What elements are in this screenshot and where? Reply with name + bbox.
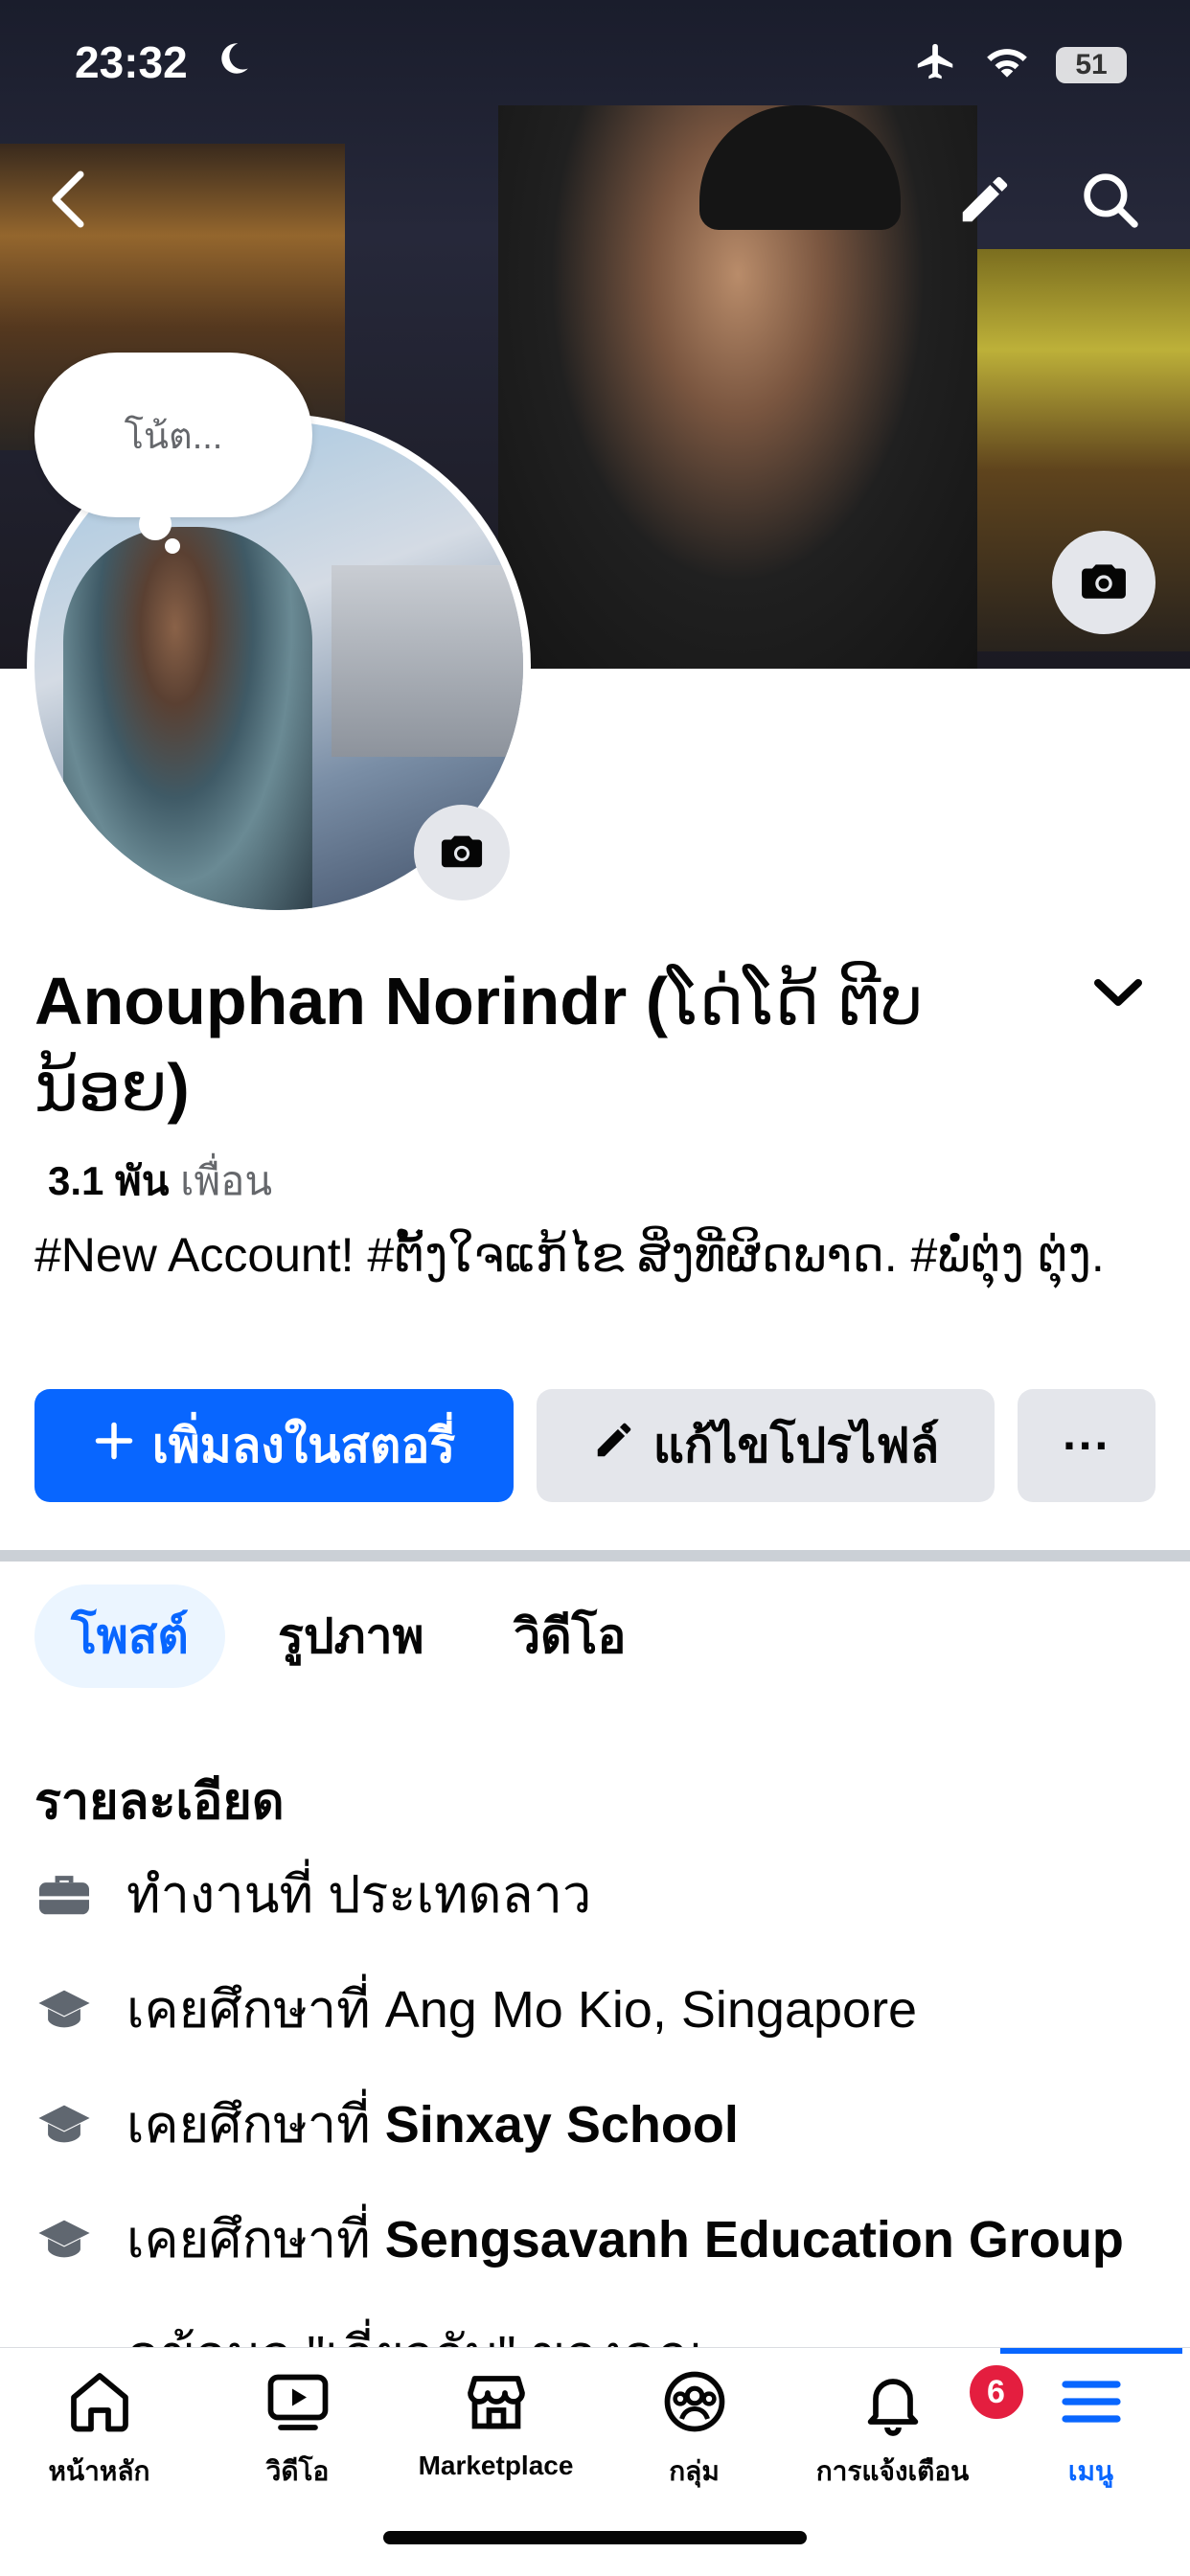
video-icon: [263, 2367, 332, 2441]
nav-active-indicator: [1000, 2348, 1182, 2354]
edit-profile-label: แก้ไขโปรไฟล์: [652, 1418, 940, 1472]
note-bubble[interactable]: โน้ต...: [34, 353, 312, 517]
avatar-background-building: [332, 565, 523, 757]
camera-icon: [440, 832, 484, 875]
section-divider: [0, 1550, 1190, 1562]
bell-icon: 6: [858, 2361, 1027, 2441]
status-time: 23:32: [75, 37, 188, 87]
nav-notifications-label: การแจ้งเตือน: [815, 2456, 970, 2486]
detail-education-2: เคยศึกษาที่ Sinxay School: [34, 2083, 739, 2165]
nav-marketplace[interactable]: Marketplace: [397, 2367, 595, 2481]
avatar-camera-button[interactable]: [414, 805, 510, 900]
airplane-icon: [914, 40, 958, 89]
marketplace-icon: [462, 2367, 531, 2441]
note-bubble-tail: [139, 508, 172, 540]
detail-education-3-place[interactable]: Sengsavanh Education Group: [385, 2211, 1124, 2268]
detail-education-3-prefix: เคยศึกษาที่: [126, 2211, 371, 2268]
detail-work: ทำงานที่ ประเทดลาว: [34, 1853, 591, 1935]
chevron-down-icon: [1092, 979, 1144, 1015]
nav-notifications[interactable]: 6 การแจ้งเตือน: [793, 2361, 1027, 2493]
profile-bio: #New Account! #ຕັ້ງໃຈແກ້ໄຂ ສິ່ງທີ່ຜິດພາດ…: [34, 1228, 1105, 1282]
camera-icon: [1080, 559, 1128, 606]
detail-education-1-prefix: เคยศึกษาที่: [126, 1981, 371, 2039]
battery-indicator: 51: [1056, 46, 1127, 83]
tab-photos[interactable]: รูปภาพ: [241, 1584, 461, 1688]
briefcase-icon: [34, 1864, 94, 1924]
more-options-label: ···: [1063, 1419, 1110, 1472]
nav-home[interactable]: หน้าหลัก: [0, 2367, 198, 2493]
groups-icon: [660, 2367, 729, 2441]
nav-groups-label: กลุ่ม: [669, 2456, 720, 2486]
friend-count-label: เพื่อน: [180, 1158, 273, 1203]
graduation-cap-icon: [34, 1979, 94, 2039]
nav-video[interactable]: วิดีโอ: [198, 2367, 397, 2493]
detail-work-place: ประเทดลาว: [328, 1866, 592, 1924]
detail-education-2-prefix: เคยศึกษาที่: [126, 2096, 371, 2154]
home-icon: [65, 2367, 134, 2441]
edit-profile-button[interactable]: แก้ไขโปรไฟล์: [537, 1389, 995, 1502]
graduation-cap-icon: [34, 2094, 94, 2154]
nav-marketplace-label: Marketplace: [418, 2451, 574, 2480]
add-to-story-button[interactable]: เพิ่มลงในสตอรี่: [34, 1389, 514, 1502]
note-bubble-tail-small: [165, 538, 180, 554]
note-placeholder: โน้ต...: [124, 416, 223, 457]
cover-camera-button[interactable]: [1052, 531, 1156, 634]
detail-education-1-place: Ang Mo Kio, Singapore: [384, 1981, 918, 2039]
plus-icon: [93, 1418, 135, 1473]
profile-name-latin: Anouphan Norindr (: [34, 964, 669, 1038]
profile-name-close: ): [167, 1050, 190, 1125]
more-options-button[interactable]: ···: [1018, 1389, 1156, 1502]
nav-home-label: หน้าหลัก: [48, 2456, 150, 2486]
tab-videos[interactable]: วิดีโอ: [477, 1584, 662, 1688]
pencil-icon: [955, 170, 1015, 234]
add-to-story-label: เพิ่มลงในสตอรี่: [151, 1418, 456, 1472]
tab-posts[interactable]: โพสต์: [34, 1584, 225, 1688]
nav-video-label: วิดีโอ: [265, 2456, 330, 2486]
status-indicators: 51: [914, 40, 1127, 89]
profile-switch-dropdown[interactable]: [1092, 973, 1144, 1016]
detail-work-prefix: ทำงานที่: [126, 1866, 314, 1924]
moon-icon: [213, 38, 253, 83]
details-heading: รายละเอียด: [34, 1774, 285, 1830]
nav-menu[interactable]: เมนู: [992, 2367, 1190, 2493]
profile-name: Anouphan Norindr (ໂດ່ໂດ້ ຕີບ ນ້ອຍ): [34, 958, 1069, 1130]
nav-groups[interactable]: กลุ่ม: [595, 2367, 793, 2493]
search-icon: [1078, 168, 1141, 236]
wifi-icon: [983, 43, 1031, 86]
detail-education-2-place[interactable]: Sinxay School: [385, 2096, 739, 2154]
nav-menu-label: เมนู: [1067, 2456, 1114, 2486]
detail-education-1: เคยศึกษาที่ Ang Mo Kio, Singapore: [34, 1968, 917, 2050]
menu-icon: [1057, 2367, 1126, 2441]
chevron-left-icon: [46, 169, 88, 235]
edit-cover-button[interactable]: [947, 163, 1023, 239]
friend-count-value: 3.1 พัน: [48, 1158, 170, 1203]
graduation-cap-icon: [34, 2209, 94, 2268]
search-button[interactable]: [1071, 163, 1148, 239]
pencil-icon: [592, 1418, 636, 1473]
detail-education-3: เคยศึกษาที่ Sengsavanh Education Group: [34, 2198, 1124, 2280]
friend-count[interactable]: 3.1 พัน เพื่อน: [48, 1150, 272, 1213]
avatar-person: [63, 527, 312, 910]
home-indicator: [383, 2531, 807, 2544]
back-button[interactable]: [29, 163, 105, 239]
